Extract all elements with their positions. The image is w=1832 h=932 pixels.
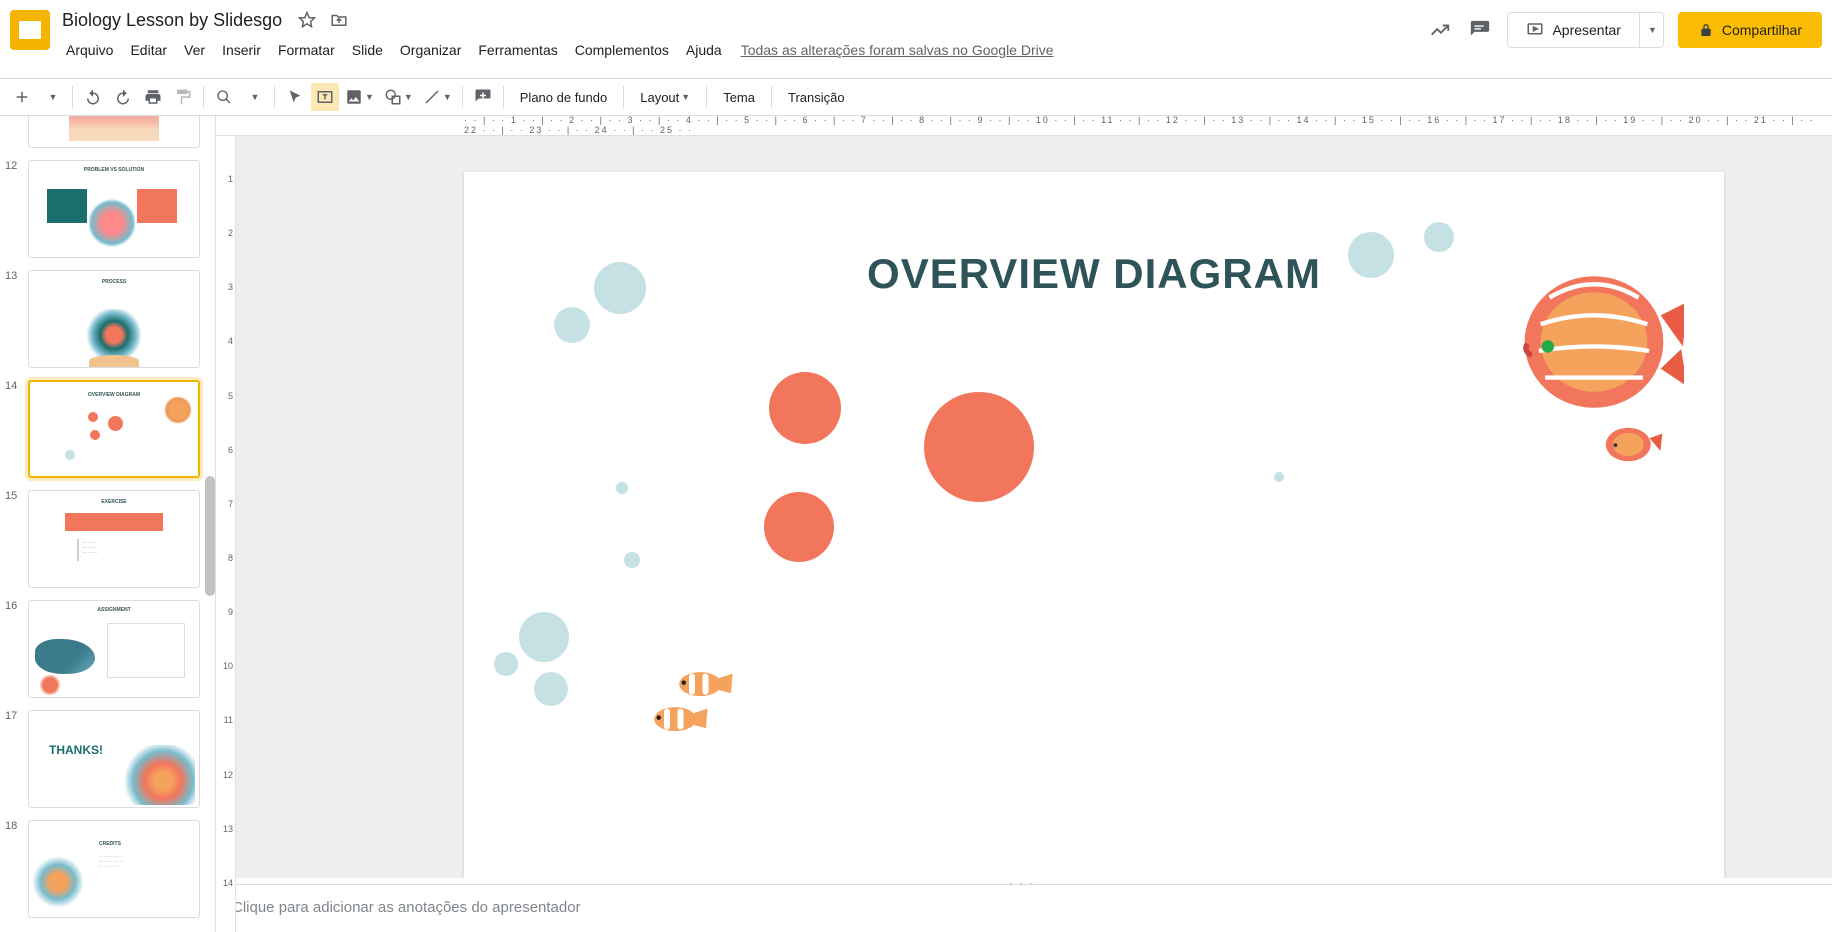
menu-formatar[interactable]: Formatar	[270, 38, 343, 62]
slide-canvas[interactable]: OVERVIEW DIAGRAM	[464, 172, 1724, 878]
zoom-dropdown[interactable]: ▼	[240, 83, 268, 111]
slide-number: 15	[5, 490, 17, 502]
menu-ajuda[interactable]: Ajuda	[678, 38, 730, 62]
image-tool[interactable]: ▼	[341, 83, 378, 111]
title-area: Biology Lesson by Slidesgo Arquivo Edita…	[58, 6, 1427, 64]
save-status[interactable]: Todas as alterações foram salvas no Goog…	[741, 42, 1054, 58]
bubble-decoration[interactable]	[624, 552, 640, 568]
present-dropdown[interactable]: ▼	[1639, 13, 1663, 47]
redo-button[interactable]	[109, 83, 137, 111]
bubble-decoration[interactable]	[554, 307, 590, 343]
canvas-area: · · | · · 1 · · | · · 2 · · | · · 3 · · …	[216, 116, 1832, 932]
background-button[interactable]: Plano de fundo	[510, 83, 617, 111]
bubble-decoration[interactable]	[1274, 472, 1284, 482]
slide-number: 14	[5, 380, 17, 392]
bubble-decoration[interactable]	[594, 262, 646, 314]
diagram-circle[interactable]	[764, 492, 834, 562]
menu-arquivo[interactable]: Arquivo	[58, 38, 121, 62]
transition-button[interactable]: Transição	[778, 83, 855, 111]
slide-thumb-13[interactable]: 13 PROCESS	[6, 270, 213, 368]
share-label: Compartilhar	[1722, 22, 1802, 38]
slide-number: 18	[5, 820, 17, 832]
header-actions: Apresentar ▼ Compartilhar	[1427, 12, 1822, 48]
fish-illustration-small[interactable]	[1599, 422, 1664, 467]
diagram-circle[interactable]	[769, 372, 841, 444]
toolbar: ▼ ▼ ▼ ▼ ▼ Plano de fundo Layout▼ Tema Tr…	[0, 78, 1832, 116]
bubble-decoration[interactable]	[534, 672, 568, 706]
slide-thumb-16[interactable]: 16 ASSIGNMENT	[6, 600, 213, 698]
layout-button[interactable]: Layout▼	[630, 83, 700, 111]
menu-ver[interactable]: Ver	[176, 38, 213, 62]
menu-editar[interactable]: Editar	[122, 38, 175, 62]
slide-thumb-14[interactable]: 14 OVERVIEW DIAGRAM	[6, 380, 213, 478]
canvas-viewport[interactable]: OVERVIEW DIAGRAM	[216, 136, 1832, 878]
move-folder-icon[interactable]	[328, 9, 350, 31]
diagram-circle[interactable]	[924, 392, 1034, 502]
new-slide-button[interactable]	[8, 83, 36, 111]
layout-label: Layout	[640, 90, 679, 105]
slide-thumb-17[interactable]: 17 THANKS!	[6, 710, 213, 808]
bubble-decoration[interactable]	[1348, 232, 1394, 278]
add-comment-button[interactable]	[469, 83, 497, 111]
new-slide-dropdown[interactable]: ▼	[38, 83, 66, 111]
chevron-down-icon: ▼	[1648, 25, 1657, 35]
horizontal-ruler[interactable]: · · | · · 1 · · | · · 2 · · | · · 3 · · …	[216, 116, 1832, 136]
print-button[interactable]	[139, 83, 167, 111]
menu-bar: Arquivo Editar Ver Inserir Formatar Slid…	[58, 36, 1427, 64]
document-title[interactable]: Biology Lesson by Slidesgo	[58, 8, 286, 33]
menu-organizar[interactable]: Organizar	[392, 38, 469, 62]
app-header: Biology Lesson by Slidesgo Arquivo Edita…	[0, 0, 1832, 78]
paint-format-button[interactable]	[169, 83, 197, 111]
lock-icon	[1698, 22, 1714, 38]
bubble-decoration[interactable]	[494, 652, 518, 676]
slide-thumb-11[interactable]	[6, 116, 213, 148]
slide-number: 17	[5, 710, 17, 722]
present-button[interactable]: Apresentar	[1508, 13, 1638, 47]
slide-thumb-15[interactable]: 15 EXERCISE — — —— — —— — —	[6, 490, 213, 588]
undo-button[interactable]	[79, 83, 107, 111]
bubble-decoration[interactable]	[519, 612, 569, 662]
speaker-notes[interactable]: Clique para adicionar as anotações do ap…	[216, 884, 1832, 932]
menu-inserir[interactable]: Inserir	[214, 38, 269, 62]
present-label: Apresentar	[1552, 22, 1620, 38]
line-tool[interactable]: ▼	[419, 83, 456, 111]
activity-icon[interactable]	[1427, 17, 1453, 43]
clownfish-illustration[interactable]	[674, 667, 734, 702]
chevron-down-icon: ▼	[681, 92, 690, 102]
shape-tool[interactable]: ▼	[380, 83, 417, 111]
select-tool[interactable]	[281, 83, 309, 111]
clownfish-illustration[interactable]	[649, 702, 709, 737]
theme-button[interactable]: Tema	[713, 83, 765, 111]
fish-illustration[interactable]	[1504, 262, 1684, 422]
slide-thumb-18[interactable]: 18 CREDITS — — — — —— — — — —— — — —	[6, 820, 213, 918]
slide-number: 12	[5, 160, 17, 172]
slide-thumb-12[interactable]: 12 PROBLEM VS SOLUTION	[6, 160, 213, 258]
menu-slide[interactable]: Slide	[344, 38, 391, 62]
filmstrip[interactable]: 12 PROBLEM VS SOLUTION 13 PROCESS 14 OVE…	[0, 116, 216, 932]
filmstrip-scrollbar[interactable]	[205, 476, 215, 596]
slides-logo[interactable]	[10, 10, 50, 50]
star-icon[interactable]	[296, 9, 318, 31]
present-group: Apresentar ▼	[1507, 12, 1663, 48]
slide-number: 13	[5, 270, 17, 282]
bubble-decoration[interactable]	[1424, 222, 1454, 252]
slide-number: 16	[5, 600, 17, 612]
bubble-decoration[interactable]	[616, 482, 628, 494]
menu-ferramentas[interactable]: Ferramentas	[470, 38, 565, 62]
comments-icon[interactable]	[1467, 17, 1493, 43]
textbox-tool[interactable]	[311, 83, 339, 111]
zoom-button[interactable]	[210, 83, 238, 111]
present-icon	[1526, 21, 1544, 39]
share-button[interactable]: Compartilhar	[1678, 12, 1822, 48]
menu-complementos[interactable]: Complementos	[567, 38, 677, 62]
workspace: 12 PROBLEM VS SOLUTION 13 PROCESS 14 OVE…	[0, 116, 1832, 932]
